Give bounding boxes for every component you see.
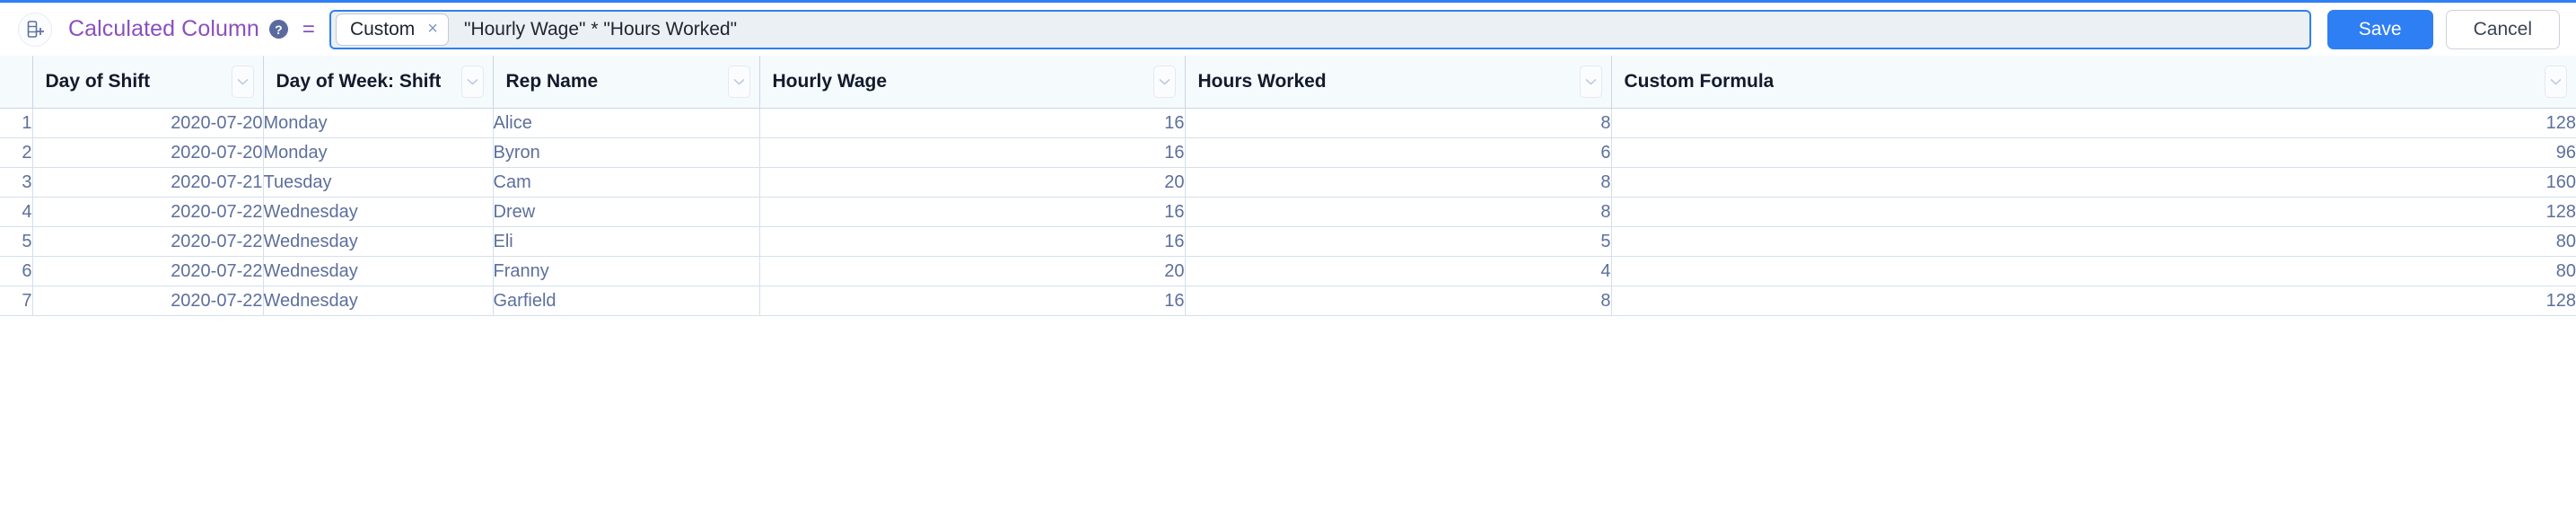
chevron-down-icon[interactable] <box>1152 66 1176 98</box>
cell-custom-formula[interactable]: 128 <box>1611 286 2576 316</box>
cell-hourly-wage[interactable]: 16 <box>759 137 1186 168</box>
cell-rep-name[interactable]: Drew <box>493 197 760 227</box>
cell-day-of-week[interactable]: Wednesday <box>263 226 494 257</box>
table-row[interactable]: 2 2020-07-20 Monday Byron 16 6 96 <box>0 137 2576 168</box>
cell-hours-worked[interactable]: 8 <box>1185 197 1612 227</box>
chevron-down-icon[interactable] <box>2545 66 2567 98</box>
row-number-header <box>0 56 33 109</box>
column-header-custom-formula[interactable]: Custom Formula <box>1611 56 2576 109</box>
cell-day-of-shift[interactable]: 2020-07-20 <box>32 137 264 168</box>
table-row[interactable]: 1 2020-07-20 Monday Alice 16 8 128 <box>0 108 2576 138</box>
add-column-icon[interactable] <box>18 12 52 47</box>
cell-day-of-week[interactable]: Wednesday <box>263 286 494 316</box>
table-row[interactable]: 7 2020-07-22 Wednesday Garfield 16 8 128 <box>0 286 2576 316</box>
column-header-day-of-week-shift[interactable]: Day of Week: Shift <box>263 56 494 109</box>
column-header-rep-name[interactable]: Rep Name <box>493 56 760 109</box>
cell-hourly-wage[interactable]: 16 <box>759 108 1186 138</box>
column-header-label: Hourly Wage <box>772 71 888 92</box>
column-header-label: Custom Formula <box>1624 71 1774 92</box>
help-icon[interactable]: ? <box>268 20 288 39</box>
column-header-label: Rep Name <box>505 71 599 92</box>
cell-hourly-wage[interactable]: 20 <box>759 167 1186 198</box>
cell-hourly-wage[interactable]: 16 <box>759 197 1186 227</box>
cell-day-of-week[interactable]: Wednesday <box>263 256 494 286</box>
cell-rep-name[interactable]: Franny <box>493 256 760 286</box>
cell-custom-formula[interactable]: 128 <box>1611 108 2576 138</box>
row-number: 6 <box>0 256 33 286</box>
table-row[interactable]: 6 2020-07-22 Wednesday Franny 20 4 80 <box>0 256 2576 286</box>
column-header-hours-worked[interactable]: Hours Worked <box>1185 56 1612 109</box>
cell-day-of-shift[interactable]: 2020-07-22 <box>32 286 264 316</box>
cell-hours-worked[interactable]: 5 <box>1185 226 1612 257</box>
cell-day-of-week[interactable]: Monday <box>263 108 494 138</box>
cell-day-of-shift[interactable]: 2020-07-22 <box>32 256 264 286</box>
cell-day-of-week[interactable]: Tuesday <box>263 167 494 198</box>
save-button[interactable]: Save <box>2326 9 2433 49</box>
formula-input[interactable]: Custom × "Hourly Wage" * "Hours Worked" <box>329 9 2311 49</box>
column-header-hourly-wage[interactable]: Hourly Wage <box>759 56 1186 109</box>
cell-day-of-week[interactable]: Wednesday <box>263 197 494 227</box>
row-number: 5 <box>0 226 33 257</box>
row-number: 2 <box>0 137 33 168</box>
data-grid[interactable]: Day of Shift Day of Week: Shift Rep Name… <box>0 56 2576 510</box>
column-header-label: Day of Week: Shift <box>276 71 442 92</box>
cell-hours-worked[interactable]: 4 <box>1185 256 1612 286</box>
cell-hours-worked[interactable]: 6 <box>1185 137 1612 168</box>
cell-hourly-wage[interactable]: 16 <box>759 226 1186 257</box>
column-header-label: Day of Shift <box>45 71 151 92</box>
cell-custom-formula[interactable]: 128 <box>1611 197 2576 227</box>
row-number: 1 <box>0 108 33 138</box>
chevron-down-icon[interactable] <box>1579 66 1602 98</box>
table-row[interactable]: 5 2020-07-22 Wednesday Eli 16 5 80 <box>0 226 2576 257</box>
chevron-down-icon[interactable] <box>460 66 484 98</box>
page-title: Calculated Column <box>68 16 259 41</box>
table-body: 1 2020-07-20 Monday Alice 16 8 128 2 2020-07-20 M… <box>0 108 2576 316</box>
cell-day-of-shift[interactable]: 2020-07-22 <box>32 197 264 227</box>
table-row[interactable]: 3 2020-07-21 Tuesday Cam 20 8 160 <box>0 167 2576 198</box>
cell-custom-formula[interactable]: 80 <box>1611 256 2576 286</box>
cell-custom-formula[interactable]: 96 <box>1611 137 2576 168</box>
row-number: 7 <box>0 286 33 316</box>
cell-custom-formula[interactable]: 80 <box>1611 226 2576 257</box>
cell-hourly-wage[interactable]: 16 <box>759 286 1186 316</box>
cell-hours-worked[interactable]: 8 <box>1185 167 1612 198</box>
cell-rep-name[interactable]: Cam <box>493 167 760 198</box>
row-number: 3 <box>0 167 33 198</box>
cell-day-of-shift[interactable]: 2020-07-22 <box>32 226 264 257</box>
chevron-down-icon[interactable] <box>727 66 750 98</box>
cell-day-of-week[interactable]: Monday <box>263 137 494 168</box>
formula-toolbar: Calculated Column ? = Custom × "Hourly W… <box>0 0 2576 56</box>
formula-type-chip[interactable]: Custom × <box>335 13 449 46</box>
data-table: Day of Shift Day of Week: Shift Rep Name… <box>0 56 2576 316</box>
cell-day-of-shift[interactable]: 2020-07-21 <box>32 167 264 198</box>
equals-sign: = <box>302 16 315 41</box>
cell-rep-name[interactable]: Alice <box>493 108 760 138</box>
column-header-day-of-shift[interactable]: Day of Shift <box>32 56 264 109</box>
close-icon[interactable]: × <box>427 20 438 40</box>
cell-rep-name[interactable]: Byron <box>493 137 760 168</box>
cell-rep-name[interactable]: Garfield <box>493 286 760 316</box>
cell-day-of-shift[interactable]: 2020-07-20 <box>32 108 264 138</box>
table-row[interactable]: 4 2020-07-22 Wednesday Drew 16 8 128 <box>0 197 2576 227</box>
cancel-button[interactable]: Cancel <box>2445 9 2560 49</box>
formula-expression: "Hourly Wage" * "Hours Worked" <box>463 18 738 40</box>
cell-rep-name[interactable]: Eli <box>493 226 760 257</box>
cell-hours-worked[interactable]: 8 <box>1185 108 1612 138</box>
calculated-column-editor: Calculated Column ? = Custom × "Hourly W… <box>0 0 2576 510</box>
chevron-down-icon[interactable] <box>231 66 254 98</box>
cell-custom-formula[interactable]: 160 <box>1611 167 2576 198</box>
row-number: 4 <box>0 197 33 227</box>
column-header-label: Hours Worked <box>1197 71 1327 92</box>
cell-hourly-wage[interactable]: 20 <box>759 256 1186 286</box>
formula-type-label: Custom <box>349 18 416 40</box>
cell-hours-worked[interactable]: 8 <box>1185 286 1612 316</box>
table-header-row: Day of Shift Day of Week: Shift Rep Name… <box>0 56 2576 109</box>
